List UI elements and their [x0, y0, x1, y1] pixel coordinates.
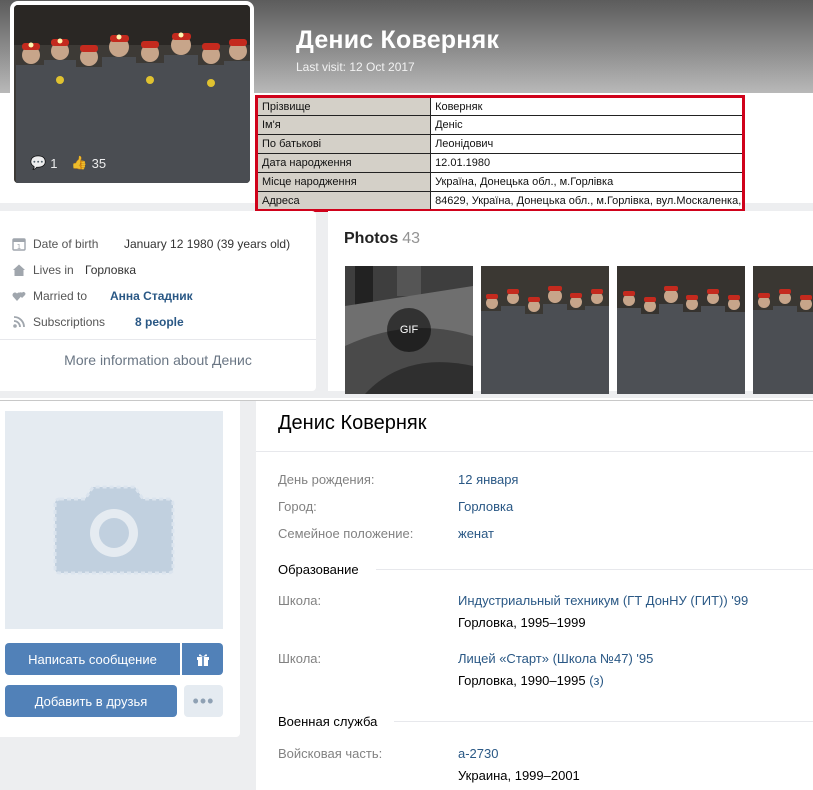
- photos-card: Photos 43 GIF: [328, 211, 813, 394]
- school-link[interactable]: Индустриальный техникум (ГТ ДонНУ (ГИТ))…: [458, 593, 748, 608]
- profile-name: Денис Коверняк: [296, 26, 500, 54]
- camera-icon: [53, 485, 175, 575]
- subscriptions-link[interactable]: 8 people: [135, 315, 184, 329]
- table-row: Дата народження 12.01.1980: [255, 153, 744, 173]
- school-label: Школа:: [278, 651, 322, 666]
- photos-title: Photos: [344, 230, 399, 247]
- last-visit: Last visit: 12 Oct 2017: [296, 60, 415, 74]
- calendar-icon: 1: [12, 237, 26, 251]
- rss-icon: [12, 315, 26, 329]
- table-row: Ім'я Деніс: [255, 115, 744, 135]
- photos-count: 43: [402, 230, 421, 247]
- school-period-text: Горловка, 1990–1995: [458, 673, 586, 688]
- photo-stats: 💬 1 👍 35: [30, 155, 106, 171]
- lives-value[interactable]: Горловка: [85, 263, 136, 277]
- school-label: Школа:: [278, 593, 322, 608]
- info-dob: 1 Date of birth January 12 1980 (39 year…: [12, 237, 290, 251]
- profile-details: Денис Коверняк День рождения: 12 января …: [256, 401, 813, 790]
- school-period: Горловка, 1990–1995 (з): [458, 673, 604, 688]
- city-link[interactable]: Горловка: [458, 499, 513, 514]
- military-heading: Военная служба: [278, 714, 378, 729]
- avatar-placeholder[interactable]: [5, 411, 223, 629]
- table-key: Прізвище: [255, 96, 432, 116]
- birthday-label: День рождения:: [278, 472, 375, 487]
- divider: [376, 569, 813, 570]
- school-class-link[interactable]: (з): [589, 673, 604, 688]
- table-key: Місце народження: [255, 172, 432, 192]
- info-married: Married to Анна Стадник: [12, 289, 193, 303]
- more-actions-button[interactable]: •••: [184, 685, 223, 717]
- school-period: Горловка, 1995–1999: [458, 615, 586, 630]
- photo-thumb[interactable]: [617, 266, 745, 394]
- education-heading: Образование: [278, 562, 359, 577]
- dob-value: January 12 1980 (39 years old): [124, 237, 291, 251]
- table-row: Прізвище Коверняк: [255, 96, 744, 116]
- military-unit-link[interactable]: а-2730: [458, 746, 498, 761]
- miners-photo: [753, 266, 813, 394]
- like-icon: 👍: [71, 155, 88, 170]
- photo-thumb[interactable]: [481, 266, 609, 394]
- comments-stat[interactable]: 💬 1: [30, 155, 57, 171]
- table-value: 84629, Україна, Донецька обл., м.Горлівк…: [430, 191, 744, 211]
- divider: [256, 451, 813, 452]
- photos-header[interactable]: Photos 43: [344, 230, 420, 248]
- screenshot-collage: 💬 1 👍 35 Денис Коверняк Last visit: 12 Oct…: [0, 0, 813, 790]
- add-friend-button[interactable]: Добавить в друзья: [5, 685, 177, 717]
- birthday-link[interactable]: 12 января: [458, 472, 518, 487]
- married-label: Married to: [33, 289, 88, 303]
- photo-thumb[interactable]: [753, 266, 813, 394]
- family-label: Семейное положение:: [278, 526, 414, 541]
- gift-button[interactable]: [182, 643, 223, 675]
- home-icon: [12, 263, 26, 277]
- profile-info-card: 1 Date of birth January 12 1980 (39 year…: [0, 211, 316, 391]
- table-key: По батькові: [255, 134, 432, 154]
- table-value: Леонідович: [430, 134, 744, 154]
- table-key: Дата народження: [255, 153, 432, 173]
- send-message-button[interactable]: Написать сообщение: [5, 643, 180, 675]
- profile-top-panel: 💬 1 👍 35 Денис Коверняк Last visit: 12 Oct…: [0, 0, 813, 398]
- divider: [394, 721, 813, 722]
- more-info-link[interactable]: More information about Денис: [0, 352, 316, 368]
- miners-photo: [617, 266, 745, 394]
- lives-label: Lives in: [33, 263, 74, 277]
- military-unit-label: Войсковая часть:: [278, 746, 383, 761]
- table-value: Україна, Донецька обл., м.Горлівка: [430, 172, 744, 192]
- personal-data-table: Прізвище Коверняк Ім'я Деніс По батькові Ле…: [255, 95, 745, 212]
- left-column: Написать сообщение Добавить в друзья •••: [0, 401, 240, 737]
- comments-count: 1: [50, 155, 58, 171]
- page-title: Денис Коверняк: [278, 412, 427, 434]
- miners-photo: [481, 266, 609, 394]
- table-key: Ім'я: [255, 115, 432, 135]
- info-subscriptions: Subscriptions 8 people: [12, 315, 184, 329]
- gif-badge: GIF: [387, 308, 431, 352]
- hearts-icon: [12, 289, 26, 303]
- city-label: Город:: [278, 499, 317, 514]
- subscriptions-label: Subscriptions: [33, 315, 106, 329]
- table-value: 12.01.1980: [430, 153, 744, 173]
- table-row: По батькові Леонідович: [255, 134, 744, 154]
- table-key: Адреса: [255, 191, 432, 211]
- photo-thumb[interactable]: GIF: [345, 266, 473, 394]
- table-value: Коверняк: [430, 96, 744, 116]
- table-row: Адреса 84629, Україна, Донецька обл., м.Г…: [255, 191, 744, 211]
- military-period: Украина, 1999–2001: [458, 768, 580, 783]
- comment-icon: 💬: [30, 155, 47, 170]
- likes-stat[interactable]: 👍 35: [71, 155, 106, 171]
- table-row: Місце народження Україна, Донецька обл., …: [255, 172, 744, 192]
- svg-text:1: 1: [17, 243, 21, 251]
- info-lives: Lives in Горловка: [12, 263, 136, 277]
- family-link[interactable]: женат: [458, 526, 494, 541]
- school-link[interactable]: Лицей «Старт» (Школа №47) '95: [458, 651, 653, 666]
- likes-count: 35: [91, 155, 107, 171]
- gift-icon: [196, 654, 209, 666]
- divider: [0, 339, 316, 340]
- dob-label: Date of birth: [33, 237, 99, 251]
- spouse-link[interactable]: Анна Стадник: [110, 289, 193, 303]
- profile-bottom-panel: Написать сообщение Добавить в друзья •••…: [0, 401, 813, 790]
- table-value: Деніс: [430, 115, 744, 135]
